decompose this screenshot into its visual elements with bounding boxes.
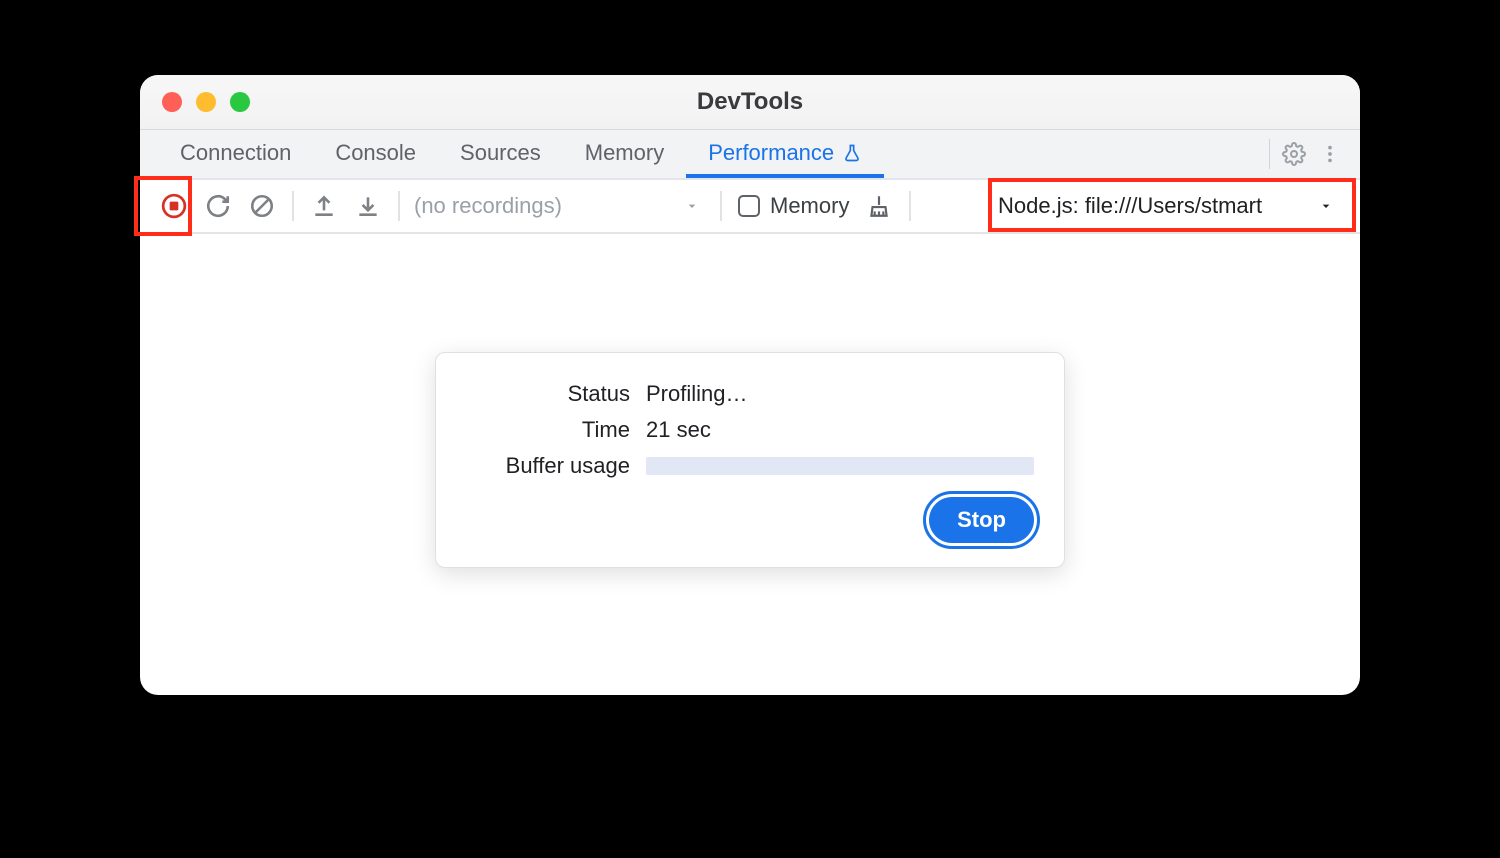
buffer-usage-bar: [646, 457, 1034, 475]
settings-button[interactable]: [1276, 136, 1312, 172]
gear-icon: [1282, 142, 1306, 166]
upload-icon: [311, 193, 337, 219]
tab-label: Console: [335, 140, 416, 166]
buffer-usage-label: Buffer usage: [466, 453, 646, 479]
record-button[interactable]: [154, 186, 194, 226]
stop-button-label: Stop: [957, 507, 1006, 532]
upload-button[interactable]: [304, 186, 344, 226]
performance-panel-body: Status Profiling… Time 21 sec Buffer usa…: [140, 234, 1360, 695]
download-button[interactable]: [348, 186, 388, 226]
tab-label: Connection: [180, 140, 291, 166]
target-selector-label: Node.js: file:///Users/stmart: [998, 193, 1262, 219]
status-label: Status: [466, 381, 646, 407]
reload-icon: [205, 193, 231, 219]
tab-memory[interactable]: Memory: [563, 130, 686, 178]
collect-garbage-button[interactable]: [859, 186, 899, 226]
profiling-dialog: Status Profiling… Time 21 sec Buffer usa…: [435, 352, 1065, 568]
record-stop-icon: [161, 193, 187, 219]
window-titlebar: DevTools: [140, 75, 1360, 130]
memory-checkbox[interactable]: Memory: [732, 193, 855, 219]
tab-connection[interactable]: Connection: [158, 130, 313, 178]
reload-record-button[interactable]: [198, 186, 238, 226]
dropdown-arrow-icon: [1318, 198, 1334, 214]
window-title: DevTools: [140, 88, 1360, 116]
memory-checkbox-label: Memory: [770, 193, 849, 219]
kebab-icon: [1319, 143, 1341, 165]
tab-label: Sources: [460, 140, 541, 166]
recordings-dropdown[interactable]: (no recordings): [410, 193, 710, 219]
stop-button[interactable]: Stop: [929, 497, 1034, 543]
devtools-window: DevTools Connection Console Sources Memo…: [140, 75, 1360, 695]
recordings-label: (no recordings): [414, 193, 562, 219]
chevron-down-icon: [684, 198, 700, 214]
flask-icon: [842, 143, 862, 163]
tab-console[interactable]: Console: [313, 130, 438, 178]
performance-toolbar: (no recordings) Memory Node.js: file:///…: [140, 180, 1360, 234]
tab-label: Memory: [585, 140, 664, 166]
broom-icon: [866, 193, 892, 219]
more-menu-button[interactable]: [1312, 136, 1348, 172]
tab-performance[interactable]: Performance: [686, 130, 884, 178]
download-icon: [355, 193, 381, 219]
tab-label: Performance: [708, 140, 834, 166]
panel-tabs: Connection Console Sources Memory Perfor…: [140, 130, 1360, 180]
target-selector[interactable]: Node.js: file:///Users/stmart: [986, 189, 1346, 223]
clear-button[interactable]: [242, 186, 282, 226]
status-value: Profiling…: [646, 381, 1034, 407]
tab-sources[interactable]: Sources: [438, 130, 563, 178]
clear-icon: [249, 193, 275, 219]
time-label: Time: [466, 417, 646, 443]
time-value: 21 sec: [646, 417, 1034, 443]
checkbox-icon: [738, 195, 760, 217]
